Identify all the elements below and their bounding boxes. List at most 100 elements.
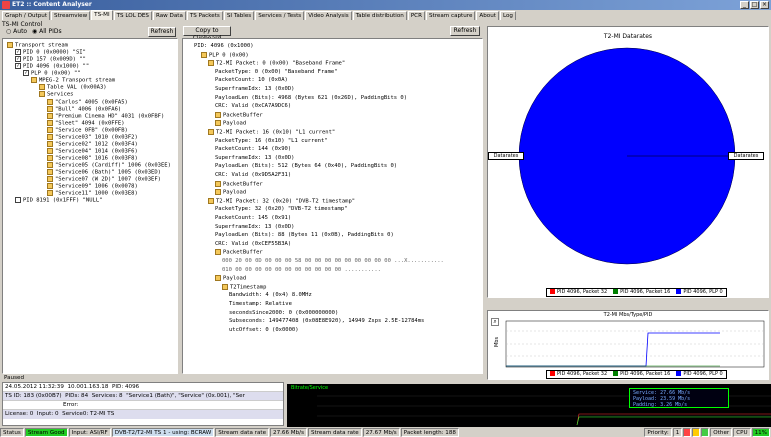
- minimize-button[interactable]: _: [740, 1, 749, 9]
- checkbox-icon[interactable]: [15, 197, 21, 203]
- tab-6[interactable]: SI Tables: [223, 11, 255, 20]
- copy-clipboard-button[interactable]: Copy to Clipboard: [183, 26, 231, 42]
- t2mi-node[interactable]: CRC: Valid (0x9D5A2F31): [215, 172, 291, 179]
- legend-item: PID 4096, PLP 0: [673, 371, 725, 378]
- t2mi-node[interactable]: Timestamp: Relative: [229, 301, 292, 308]
- tab-4[interactable]: Raw Data: [152, 11, 186, 20]
- folder-icon[interactable]: [47, 148, 53, 154]
- t2mi-node[interactable]: T2Timestamp: [222, 283, 267, 292]
- tree-node-label: "Service02" 1012 (0x03F4): [55, 141, 138, 148]
- tab-10[interactable]: PCR: [407, 11, 425, 20]
- tab-5[interactable]: TS Packets: [186, 11, 223, 20]
- close-button[interactable]: ×: [760, 1, 769, 9]
- t2mi-root[interactable]: T2-MI Content: [187, 39, 230, 42]
- folder-icon[interactable]: [47, 127, 53, 133]
- folder-icon[interactable]: [47, 183, 53, 189]
- t2mi-node[interactable]: PID: 4096 (0x1000): [194, 43, 254, 50]
- refresh-button-middle[interactable]: Refresh: [450, 26, 480, 36]
- t2mi-node[interactable]: PacketBuffer: [215, 180, 263, 189]
- t2mi-node[interactable]: PacketBuffer: [215, 249, 263, 257]
- t2mi-node[interactable]: PayloadLen (Bits): 88 (Bytes 11 (0x0B), …: [215, 232, 394, 239]
- folder-icon[interactable]: [39, 91, 45, 97]
- tree-node[interactable]: PID 8191 (0x1FFF) "NULL": [15, 197, 102, 205]
- t2mi-node[interactable]: secondsSince2000: 0 (0x000000000): [229, 310, 338, 317]
- t2mi-node[interactable]: SuperframeIdx: 13 (0x0D): [215, 155, 294, 162]
- checkbox-icon[interactable]: ✓: [23, 70, 29, 76]
- t2mi-node[interactable]: PayloadLen (Bits): 4968 (Bytes 621 (0x26…: [215, 95, 407, 102]
- t2mi-node[interactable]: CRC: Valid (0xCEF55B3A): [215, 241, 291, 248]
- t2mi-node-label: T2Timestamp: [230, 284, 267, 291]
- t2mi-node[interactable]: Bandwidth: 4 (0x4) 8.0MHz: [229, 292, 312, 299]
- radio-auto-label: Auto: [13, 28, 28, 35]
- tab-9[interactable]: Table distribution: [352, 11, 407, 20]
- t2mi-node[interactable]: Payload: [215, 189, 246, 197]
- folder-icon[interactable]: [47, 169, 53, 175]
- t2mi-node-label: T2-MI Packet: 0 (0x00) "Baseband Frame": [216, 60, 346, 67]
- legend-item: PID 4096, Packet 32: [547, 371, 610, 378]
- priority-value[interactable]: 1: [672, 428, 683, 437]
- folder-icon[interactable]: [47, 141, 53, 147]
- tab-3[interactable]: TS LOL DES: [113, 11, 152, 20]
- folder-icon[interactable]: [47, 106, 53, 112]
- t2mi-node[interactable]: PayloadLen (Bits): 512 (Bytes 64 (0x40),…: [215, 163, 397, 170]
- folder-icon: [215, 111, 221, 118]
- tab-12[interactable]: About: [476, 11, 499, 20]
- folder-icon: [215, 249, 221, 256]
- t2mi-node[interactable]: PacketCount: 145 (0x91): [215, 215, 291, 222]
- t2mi-node[interactable]: Payload: [215, 275, 246, 283]
- t2mi-node[interactable]: Payload: [215, 120, 246, 128]
- stream-tree[interactable]: Transport stream ✓ PID 0 (0x0000) "SI" ✓ PID…: [3, 39, 177, 373]
- monitor-rates-box: Service: 27.66 Mb/s Payload: 23.59 Mb/s …: [629, 388, 729, 408]
- t2mi-node[interactable]: CRC: Valid (0xCA7A9DC6): [215, 103, 291, 110]
- tab-13[interactable]: Log: [499, 11, 516, 20]
- tab-0[interactable]: Graph / Output: [2, 11, 51, 20]
- t2mi-node-label: CRC: Valid (0xCEF55B3A): [215, 240, 292, 247]
- t2mi-node[interactable]: 000 20 00 0D 00 00 00 58 00 00 00 00 00 …: [222, 258, 444, 265]
- t2mi-node[interactable]: Subseconds: 149477408 (0x08E8E920), 1494…: [229, 318, 424, 325]
- folder-icon[interactable]: [47, 176, 53, 182]
- tab-1[interactable]: Streamview: [51, 11, 91, 20]
- radio-all-pids[interactable]: ◉ All PIDs: [32, 28, 62, 36]
- t2mi-node[interactable]: PacketCount: 144 (0x90): [215, 146, 291, 153]
- checkbox-icon[interactable]: ✓: [15, 63, 21, 69]
- t2mi-node[interactable]: PacketType: 16 (0x10) "L1 current": [215, 138, 328, 145]
- t2mi-node-label: T2-MI Packet: 16 (0x10) "L1 current": [216, 129, 336, 136]
- t2mi-node[interactable]: T2-MI Packet: 0 (0x00) "Baseband Frame": [208, 60, 345, 68]
- t2mi-node[interactable]: PacketCount: 10 (0x0A): [215, 77, 288, 84]
- t2mi-node[interactable]: T2-MI Packet: 32 (0x20) "DVB-T2 timestam…: [208, 197, 355, 206]
- folder-icon[interactable]: [31, 77, 37, 83]
- tab-11[interactable]: Stream capture: [425, 11, 476, 20]
- t2mi-node[interactable]: T2-MI Packet: 16 (0x10) "L1 current": [208, 129, 335, 137]
- t2mi-node[interactable]: PacketBuffer: [215, 111, 263, 120]
- t2mi-node-label: PacketCount: 145 (0x91): [215, 215, 292, 221]
- folder-icon[interactable]: [47, 99, 53, 105]
- t2mi-node[interactable]: SuperframeIdx: 13 (0x0D): [215, 224, 294, 231]
- tab-8[interactable]: Video Analysis: [305, 11, 352, 20]
- folder-icon[interactable]: [47, 113, 53, 119]
- checkbox-icon[interactable]: ✓: [15, 49, 21, 55]
- radio-auto[interactable]: ○ Auto: [6, 28, 27, 36]
- t2mi-node[interactable]: PLP 0 (0x00): [201, 51, 249, 60]
- t2mi-node[interactable]: PacketType: 32 (0x20) "DVB-T2 timestamp": [215, 206, 347, 213]
- folder-icon[interactable]: [39, 84, 45, 90]
- t2mi-node[interactable]: PacketType: 0 (0x00) "Baseband Frame": [215, 69, 338, 76]
- folder-icon[interactable]: [47, 190, 53, 196]
- tree-node[interactable]: Services: [39, 91, 74, 99]
- t2mi-tree[interactable]: PID: 4096 (0x1000) PLP 0 (0x00) T2-MI Pack…: [183, 39, 482, 373]
- mbs-chart-panel: T2-MI Mbs/Type/PID ⌕ Mbs PID 4096, Packe…: [487, 310, 769, 380]
- folder-icon[interactable]: [47, 120, 53, 126]
- folder-icon[interactable]: [47, 134, 53, 140]
- t2mi-node-label: PLP 0 (0x00): [209, 52, 249, 59]
- folder-icon[interactable]: [47, 162, 53, 168]
- t2mi-node[interactable]: utcOffset: 0 (0x0000): [229, 327, 299, 334]
- tab-2[interactable]: TS-MI: [91, 10, 113, 20]
- maximize-button[interactable]: □: [750, 1, 759, 9]
- folder-icon[interactable]: [47, 155, 53, 161]
- t2mi-node[interactable]: SuperframeIdx: 13 (0x0D): [215, 86, 294, 93]
- t2mi-node[interactable]: 010 00 00 00 00 00 00 00 00 00 00 00 ...…: [222, 267, 381, 274]
- legend-swatch: [613, 371, 619, 376]
- checkbox-icon[interactable]: ✓: [15, 56, 21, 62]
- folder-icon[interactable]: [7, 42, 13, 48]
- refresh-button-left[interactable]: Refresh: [148, 27, 176, 37]
- tab-7[interactable]: Services / Tests: [255, 11, 305, 20]
